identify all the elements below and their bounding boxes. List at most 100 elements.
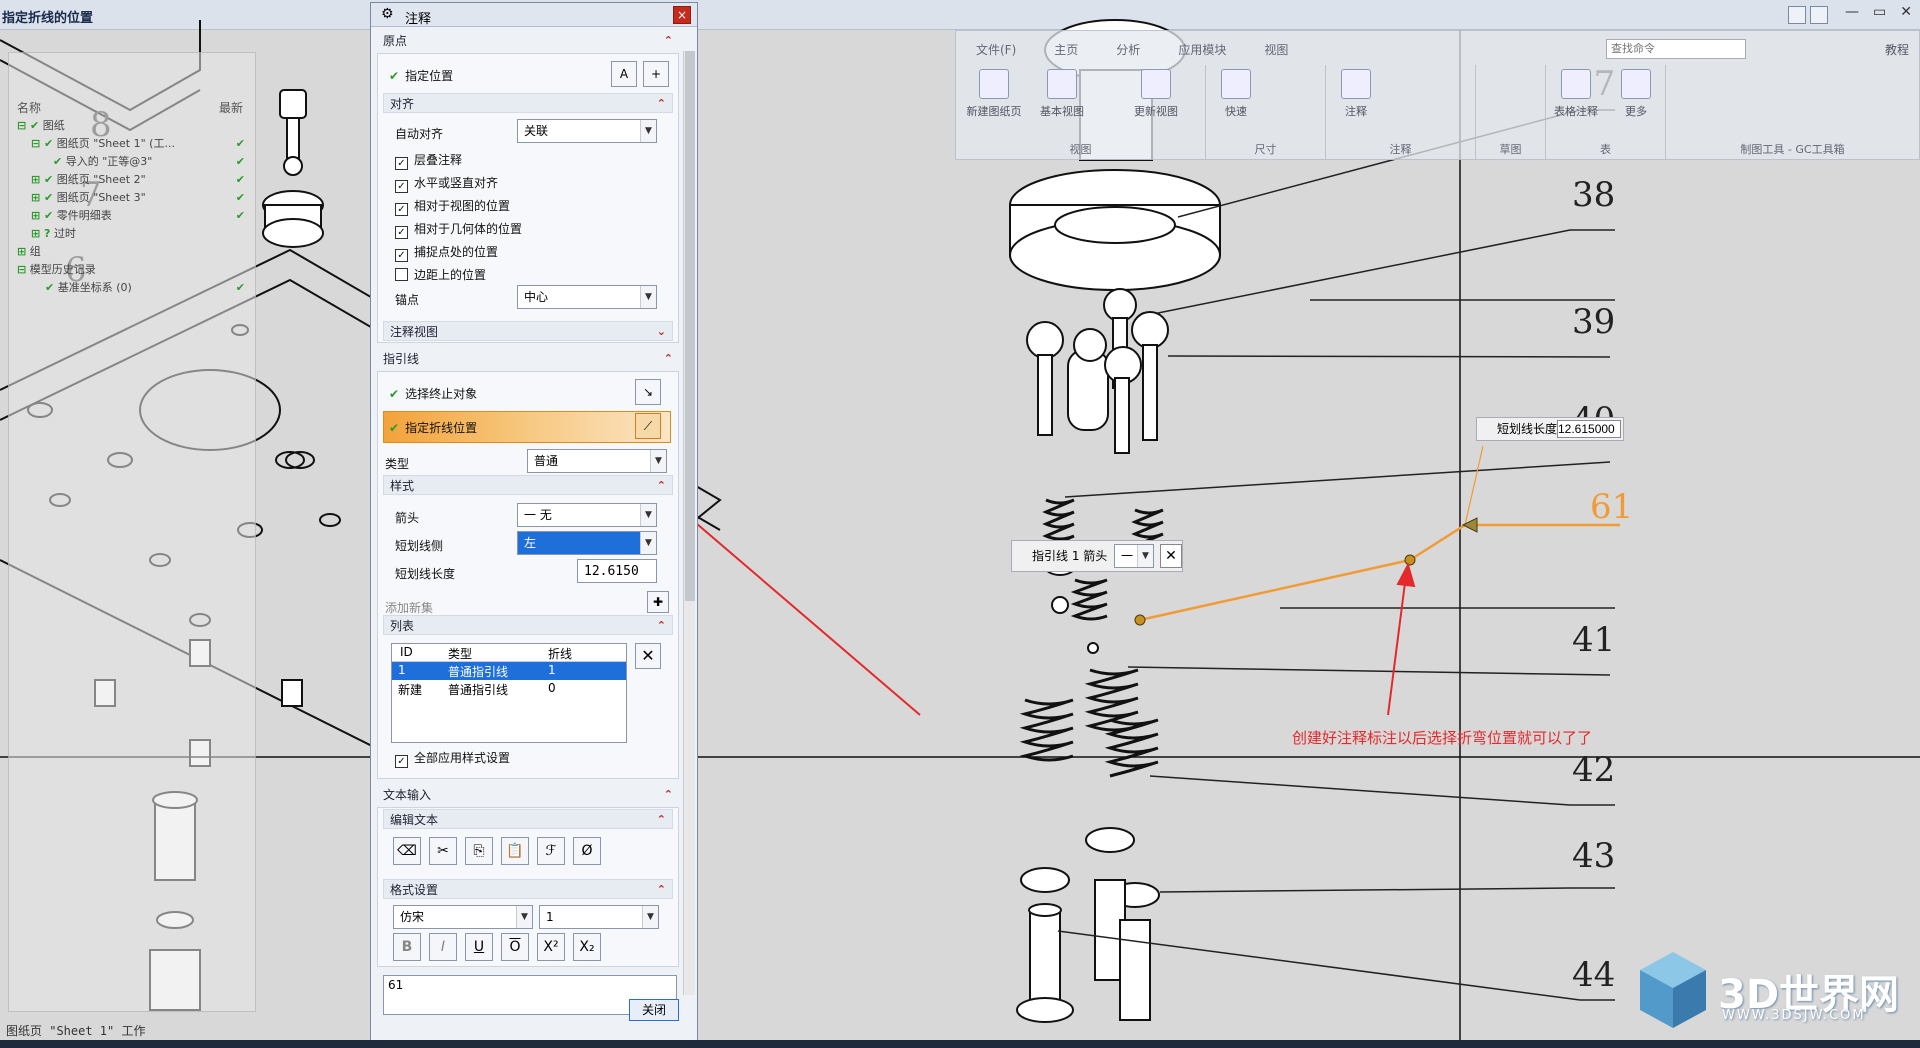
command-search-input[interactable] [1606,39,1746,59]
group-view: 新建图纸页 基本视图 更新视图 视图 [956,65,1206,159]
taskbar-strip [0,1040,1920,1048]
format-header[interactable]: 格式设置 ⌃ [383,879,673,899]
balloon-39[interactable]: 39 [1572,302,1615,342]
dialog-close-icon[interactable]: × [673,6,691,24]
tab-application[interactable]: 应用模块 [1178,41,1226,58]
superscript-button[interactable]: X² [537,933,565,961]
tree-node[interactable]: ⊞ ✔ 图纸页 "Sheet 2" ✔ [17,171,247,189]
more-button[interactable]: 更多 [1606,69,1666,119]
specify-jog-label: ✔ 指定折线位置 [389,421,478,435]
checkbox-relative-view[interactable]: ✓ 相对于视图的位置 [395,197,510,216]
tab-analysis[interactable]: 分析 [1116,41,1140,58]
balloon-42[interactable]: 42 [1572,750,1615,790]
anchor-select[interactable]: 中心 ▼ [517,285,657,309]
stub-side-select[interactable]: 左 ▼ [517,531,657,555]
add-new-set[interactable]: 添加新集 [385,599,433,616]
stub-arrowhead [1461,517,1478,533]
paste-icon[interactable]: 📋 [501,837,529,865]
scrollbar-thumb[interactable] [685,51,695,601]
tree-node[interactable]: ✔ 基准坐标系 (0) ✔ [17,279,247,297]
tutorial-link[interactable]: 教程 [1885,41,1909,58]
auto-align-select[interactable]: 关联 ▼ [517,119,657,143]
edit-text-header[interactable]: 编辑文本 ⌃ [383,809,673,829]
tree-node[interactable]: ⊞ ✔ 图纸页 "Sheet 3" ✔ [17,189,247,207]
select-object-icon[interactable]: ↘ [635,379,661,405]
balloon-44[interactable]: 44 [1572,955,1615,995]
tree-node[interactable]: ✔ 导入的 "正等@3" ✔ [17,153,247,171]
checkbox-relative-geometry[interactable]: ✓ 相对于几何体的位置 [395,220,522,239]
bold-button[interactable]: B [393,933,421,961]
dialog-scrollbar[interactable] [683,51,695,995]
leader-header[interactable]: 指引线 ⌃ [377,349,679,369]
jog-location-icon[interactable]: ⟋ [635,413,661,439]
stub-length-tag-input[interactable] [1557,420,1621,438]
add-set-icon[interactable]: ✚ [647,591,669,613]
underline-button[interactable]: U [465,933,493,961]
leader-arrow-tag-select[interactable]: 一 ▼ [1114,544,1154,568]
tree-node[interactable]: ⊞ ✔ 零件明细表 ✔ [17,207,247,225]
balloon-38[interactable]: 38 [1572,175,1615,215]
font-size-select[interactable]: 1 ▼ [539,905,659,929]
tree-node[interactable]: ⊞ 组 [17,243,247,261]
ribbon: 文件(F) 主页 分析 应用模块 视图 教程 新建图纸页 基本视图 更新视图 视… [955,30,1920,160]
font-select[interactable]: 仿宋 ▼ [393,905,533,929]
balloon-41[interactable]: 41 [1572,620,1615,660]
note-button[interactable]: 注释 [1326,69,1386,119]
dialog-title: 注释 [405,12,432,27]
leader-type-select[interactable]: 普通 ▼ [527,449,667,473]
apply-all-checkbox[interactable]: ✓ 全部应用样式设置 [395,749,510,768]
align-header[interactable]: 对齐 ⌃ [383,93,673,113]
close-button[interactable]: 关闭 [629,999,679,1021]
eraser-icon[interactable]: ⌫ [393,837,421,865]
quick-dim-button[interactable]: 快速 [1206,69,1266,119]
annotation-view-header[interactable]: 注释视图 ⌄ [383,321,673,341]
nav-tree: ⊟ ✔ 图纸 ⊟ ✔ 图纸页 "Sheet 1" (工... ✔ ✔ 导入的 "正… [17,117,247,297]
base-view-button[interactable]: 基本视图 [1032,69,1092,119]
list-row[interactable]: 1 普通指引线 1 [392,662,626,680]
origin-tool-icon[interactable]: A [611,61,637,87]
italic-button[interactable]: I [429,933,457,961]
balloon-43[interactable]: 43 [1572,836,1615,876]
checkbox-snap-point[interactable]: ✓ 捕捉点处的位置 [395,243,498,262]
tree-node[interactable]: ⊞ ? 过时 [17,225,247,243]
list-header[interactable]: 列表 ⌃ [383,615,673,635]
subscript-button[interactable]: X₂ [573,933,601,961]
leader-arrow-tag-label: 指引线 1 箭头 [1032,549,1108,563]
arrow-select[interactable]: 一 无 ▼ [517,503,657,527]
delete-list-item-icon[interactable]: ✕ [635,643,661,669]
cut-icon[interactable]: ✂ [429,837,457,865]
stub-length-input[interactable] [577,559,657,583]
text-input-header[interactable]: 文本输入 ⌃ [377,785,679,805]
checkbox-stack-note[interactable]: ✓ 层叠注释 [395,151,462,170]
tree-node[interactable]: ⊟ ✔ 图纸 [17,117,247,135]
point-dialog-icon[interactable]: + [643,61,669,87]
tabular-note-button[interactable]: 表格注释 [1546,69,1606,119]
origin-header[interactable]: 原点 ⌃ [377,31,679,51]
list-row[interactable]: 新建 普通指引线 0 [392,680,626,698]
annotation-note: 创建好注释标注以后选择折弯位置就可以了了 [1292,729,1593,747]
gear-icon[interactable]: ⚙ [381,6,394,22]
update-view-button[interactable]: 更新视图 [1126,69,1186,119]
group-annotation: 注释 注释 [1326,65,1476,159]
diameter-icon[interactable]: Ø [573,837,601,865]
dialog-title-bar: ⚙ 注释 × [371,3,697,27]
balloon-61-active[interactable]: 61 [1590,487,1633,527]
tab-view[interactable]: 视图 [1264,41,1288,58]
style-header[interactable]: 样式 ⌃ [383,475,673,495]
tab-file[interactable]: 文件(F) [976,41,1016,58]
frame-lines [0,30,1920,1040]
checkbox-hv-align[interactable]: ✓ 水平或竖直对齐 [395,174,498,193]
checkbox-margin[interactable]: 边距上的位置 [395,266,486,283]
new-sheet-button[interactable]: 新建图纸页 [964,69,1024,119]
overline-button[interactable]: O [501,933,529,961]
update-view-icon [1141,69,1171,99]
select-terminating-row[interactable]: ✔ 选择终止对象 [389,385,477,402]
tab-home[interactable]: 主页 [1054,41,1078,58]
symbol-icon[interactable]: ℱ [537,837,565,865]
tree-node[interactable]: ⊟ ✔ 图纸页 "Sheet 1" (工... ✔ [17,135,247,153]
leader-arrow-tag-remove-icon[interactable]: ✕ [1160,544,1182,568]
balloon-40[interactable]: 40 [1572,400,1615,418]
copy-icon[interactable]: ⎘ [465,837,493,865]
tree-node[interactable]: ⊟ 模型历史记录 [17,261,247,279]
specify-location-row[interactable]: ✔ 指定位置 [389,67,453,84]
